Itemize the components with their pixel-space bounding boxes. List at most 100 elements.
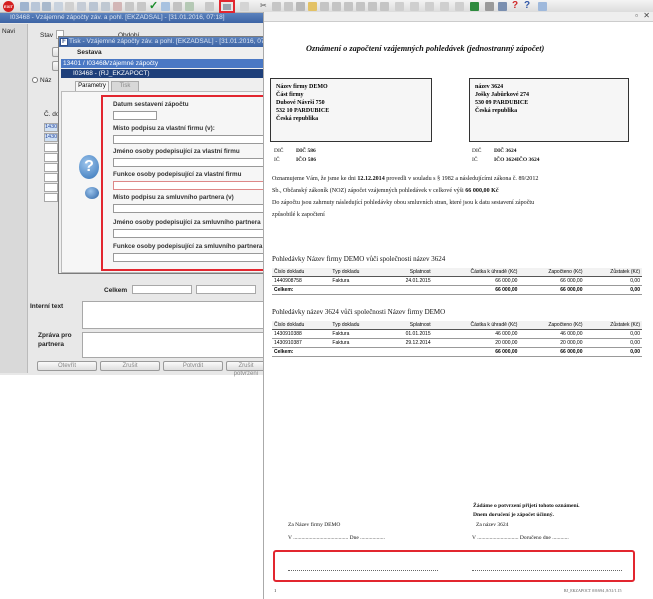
- info-icon[interactable]: [538, 2, 547, 11]
- doc-row-1[interactable]: 1430: [44, 123, 58, 132]
- mail-icon[interactable]: [410, 2, 419, 11]
- doc-row-2[interactable]: 1430: [44, 133, 58, 142]
- filter-off-icon[interactable]: [173, 2, 182, 11]
- attach-icon[interactable]: [284, 2, 293, 11]
- history-icon[interactable]: [205, 2, 214, 11]
- col-header: Částka k úhradě (Kč): [432, 268, 520, 277]
- undo-icon[interactable]: [125, 2, 134, 11]
- cancel-confirm-button[interactable]: Zrušit potvrzení: [226, 361, 266, 377]
- preview-restore-icon[interactable]: ▫: [635, 11, 638, 20]
- redo-icon[interactable]: [137, 2, 146, 11]
- status-label: Stav: [40, 32, 54, 39]
- help-icon[interactable]: ?: [512, 0, 518, 11]
- cell: 29.12.2014: [383, 338, 433, 348]
- print-icon: [223, 4, 231, 10]
- sender-ic: IČO 586: [296, 157, 317, 163]
- grid-cell-f[interactable]: [44, 193, 58, 202]
- flag-icon[interactable]: [368, 2, 377, 11]
- recipient-line: Česká republika: [475, 108, 518, 114]
- grid-icon[interactable]: [296, 2, 305, 11]
- print-preview-button[interactable]: [219, 0, 235, 13]
- grid-cell-e[interactable]: [44, 183, 58, 192]
- col-header: Číslo dokladu: [272, 268, 331, 277]
- table-header: Číslo dokladu Typ dokladu Splatnost Částka …: [272, 268, 642, 277]
- confirm-button[interactable]: Potvrdit: [163, 361, 223, 371]
- lock-icon[interactable]: [380, 2, 389, 11]
- envelope-icon[interactable]: [240, 2, 249, 11]
- confirm-icon[interactable]: ✓: [149, 0, 158, 12]
- sender-line: Dubové Návrší 750: [276, 100, 325, 106]
- cut-icon[interactable]: [65, 2, 74, 11]
- internal-text-field[interactable]: [82, 301, 264, 329]
- question-icon[interactable]: ?: [524, 0, 530, 11]
- name-label: Náz: [40, 77, 52, 84]
- grid-cell-d[interactable]: [44, 173, 58, 182]
- grid-cell-b[interactable]: [44, 153, 58, 162]
- tab-tisk[interactable]: Tisk: [111, 81, 139, 91]
- list-icon[interactable]: [344, 2, 353, 11]
- report-row-active[interactable]: I03468 - (RJ_EKZAPOCT): [61, 69, 275, 78]
- col-header: Započteno (Kč): [519, 321, 585, 330]
- grid-cell-c[interactable]: [44, 163, 58, 172]
- cell: 1430910387: [272, 338, 331, 348]
- import-icon[interactable]: [332, 2, 341, 11]
- cell: 46 000,00: [432, 329, 520, 339]
- col-header: Částka k úhradě (Kč): [432, 321, 520, 330]
- layout-icon[interactable]: [498, 2, 507, 11]
- copy-icon[interactable]: [54, 2, 63, 11]
- star-icon[interactable]: [308, 2, 317, 11]
- print-preview: ✕ ▫ Oznámení o započtení vzájemných pohl…: [263, 11, 653, 599]
- excel-icon[interactable]: [470, 2, 479, 11]
- recipient-line: Jošky Jabůrkové 274: [475, 92, 530, 98]
- cell: 0,00: [584, 329, 642, 339]
- cell: 1430910388: [272, 329, 331, 339]
- find-icon[interactable]: [89, 2, 98, 11]
- link-icon[interactable]: [356, 2, 365, 11]
- find-next-icon[interactable]: [101, 2, 110, 11]
- internal-text-label: Interní text: [30, 303, 64, 310]
- table-receivables-2: Číslo dokladu Typ dokladu Splatnost Částka …: [272, 321, 642, 357]
- mail-read-icon[interactable]: [425, 2, 434, 11]
- col-header: Číslo dokladu: [272, 321, 331, 330]
- partner-message-field[interactable]: [82, 332, 264, 358]
- col-header: Typ dokladu: [330, 321, 384, 330]
- tab-parametry[interactable]: Parametry: [75, 81, 109, 91]
- export-icon[interactable]: [320, 2, 329, 11]
- open-icon[interactable]: [31, 2, 40, 11]
- chat-icon[interactable]: [440, 2, 449, 11]
- refresh-icon[interactable]: [185, 2, 194, 11]
- sig-doruceno-label: Doručeno dne: [519, 535, 551, 541]
- cell: 66 000,00: [519, 276, 585, 286]
- paste-icon[interactable]: [77, 2, 86, 11]
- open-button[interactable]: Otevřít: [37, 361, 97, 371]
- table-total-row: Celkem: 66 000,00 66 000,00 0,00: [272, 347, 642, 357]
- calc-icon[interactable]: [272, 2, 281, 11]
- preview-close-icon[interactable]: ✕: [643, 11, 650, 20]
- report-row-selected[interactable]: 13401 / I03468Vzájemné zápočty: [61, 59, 275, 68]
- delete-icon[interactable]: [113, 2, 122, 11]
- grid-cell-a[interactable]: [44, 143, 58, 152]
- filter-icon[interactable]: [161, 2, 170, 11]
- search-icon[interactable]: [455, 2, 464, 11]
- request-line-1: Žádáme o potvrzení přijetí tohoto oznáme…: [473, 503, 580, 509]
- total-field-2: [196, 285, 256, 294]
- col-header: Splatnost: [383, 321, 433, 330]
- radio-name[interactable]: [32, 77, 38, 83]
- sender-dic: DIČ 586: [296, 148, 316, 154]
- calculator-icon[interactable]: [485, 2, 494, 11]
- cancel-button[interactable]: Zrušit: [100, 361, 160, 371]
- signature-left-v: V ......................................…: [288, 535, 385, 541]
- sender-line: Název firmy DEMO: [276, 84, 328, 90]
- signature-line-right: [472, 570, 622, 571]
- exit-button[interactable]: EXIT: [3, 1, 14, 12]
- cell: Faktura: [330, 276, 384, 286]
- note-icon[interactable]: [395, 2, 404, 11]
- sender-dic-label: DIČ: [274, 148, 284, 154]
- new-icon[interactable]: [20, 2, 29, 11]
- report-code-footer: RJ_EKZAPOCT 0/0/694 ,8/31/1.15: [564, 588, 622, 593]
- recipient-ic-label: IČ: [472, 157, 478, 163]
- save-icon[interactable]: [42, 2, 51, 11]
- body-line-2: Sb., Občanský zákoník (NOZ) zápočet vzáj…: [272, 188, 499, 194]
- sidebar-nav[interactable]: Navi: [0, 24, 28, 373]
- tools-icon[interactable]: ✂: [260, 1, 267, 10]
